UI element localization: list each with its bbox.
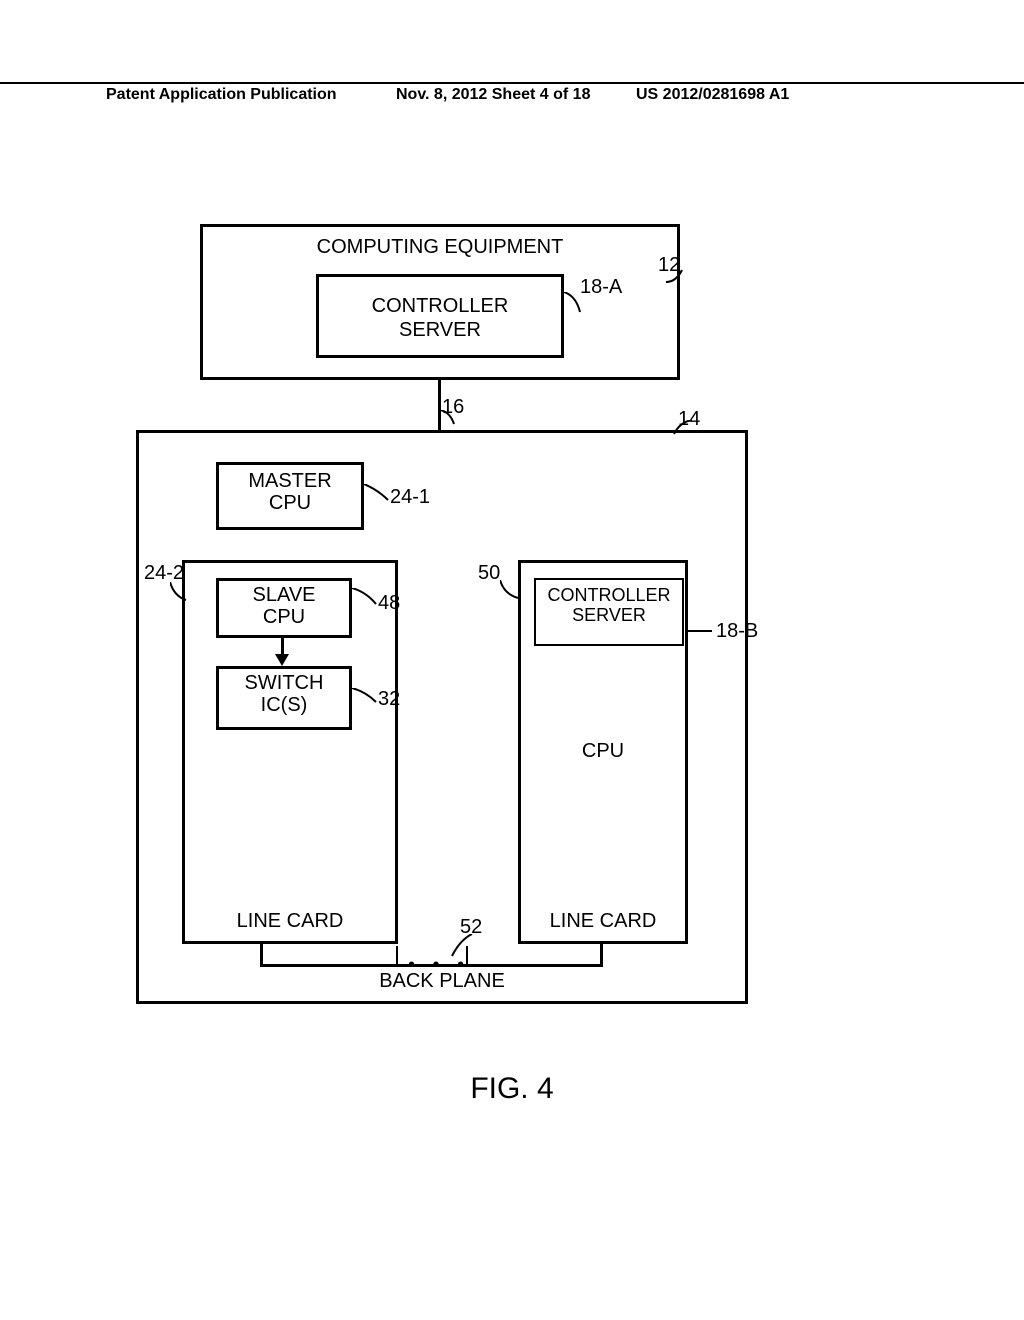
leader-12 (666, 268, 690, 286)
leader-24-1 (364, 484, 392, 508)
controller-server-b-line1: CONTROLLER (547, 585, 670, 605)
backplane-label: BACK PLANE (136, 970, 748, 993)
leader-48 (352, 588, 380, 610)
backplane-left-connector (260, 944, 263, 966)
controller-server-a-label: CONTROLLER SERVER (316, 294, 564, 342)
line-card-left-label: LINE CARD (182, 910, 398, 933)
ref-18-b: 18-B (716, 620, 758, 643)
controller-server-a-line2: SERVER (399, 319, 481, 341)
figure-caption: FIG. 4 (0, 1072, 1024, 1106)
ref-48: 48 (378, 592, 400, 615)
backplane-tick-left (396, 946, 398, 964)
leader-14 (672, 420, 694, 440)
leader-24-2 (170, 582, 192, 604)
leader-18b (688, 630, 712, 632)
controller-server-b-line2: SERVER (572, 605, 646, 625)
computing-equipment-title: COMPUTING EQUIPMENT (200, 236, 680, 259)
switch-ic-label: SWITCH IC(S) (216, 672, 352, 716)
cpu-label: CPU (518, 740, 688, 763)
ref-50: 50 (478, 562, 500, 585)
line-card-right-label: LINE CARD (518, 910, 688, 933)
arrow-slave-to-switch-head (275, 654, 289, 666)
figure-diagram: COMPUTING EQUIPMENT CONTROLLER SERVER 12… (0, 0, 1024, 1320)
master-cpu-line1: MASTER (248, 470, 331, 492)
switch-ic-line2: IC(S) (261, 694, 308, 716)
leader-50 (500, 580, 524, 602)
ref-24-1: 24-1 (390, 486, 430, 509)
leader-16 (440, 410, 460, 430)
leader-18a (564, 292, 588, 316)
leader-32 (352, 688, 380, 710)
ref-32: 32 (378, 688, 400, 711)
switch-ic-line1: SWITCH (245, 672, 324, 694)
slave-cpu-line1: SLAVE (253, 584, 316, 606)
backplane-right-connector (600, 944, 603, 966)
slave-cpu-line2: CPU (263, 606, 305, 628)
master-cpu-label: MASTER CPU (216, 470, 364, 514)
slave-cpu-label: SLAVE CPU (216, 584, 352, 628)
controller-server-a-line1: CONTROLLER (372, 295, 509, 317)
leader-52 (450, 934, 476, 960)
master-cpu-line2: CPU (269, 492, 311, 514)
controller-server-b-label: CONTROLLER SERVER (534, 586, 684, 626)
